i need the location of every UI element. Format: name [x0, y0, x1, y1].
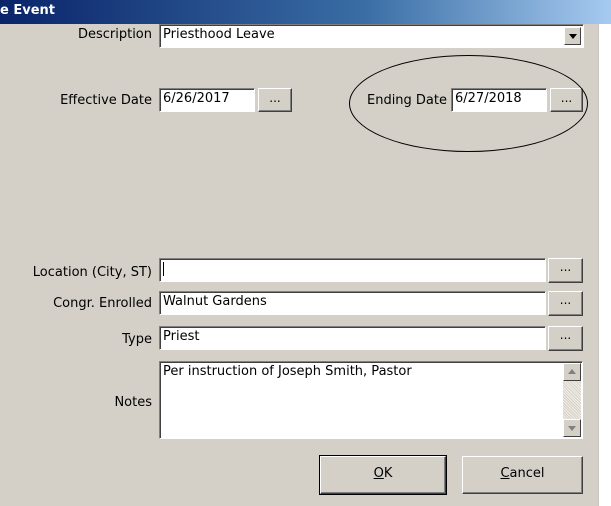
cancel-rest: ancel [509, 466, 545, 481]
description-combo[interactable]: Priesthood Leave [159, 24, 584, 48]
effective-date-label: Effective Date [60, 93, 152, 108]
congregation-input[interactable]: Walnut Gardens [159, 291, 546, 315]
text-cursor [163, 261, 164, 276]
type-label: Type [122, 332, 152, 347]
cancel-accel: C [500, 466, 510, 481]
ok-accel: O [373, 466, 384, 481]
ending-date-value: 6/27/2018 [455, 91, 522, 106]
effective-date-field[interactable]: 6/26/2017 [159, 88, 255, 112]
ending-date-label: Ending Date [366, 93, 447, 108]
ending-date-field[interactable]: 6/27/2018 [451, 88, 547, 112]
effective-date-picker-button[interactable]: ... [258, 88, 292, 112]
cancel-button[interactable]: Cancel [462, 456, 583, 494]
arrow-up-icon[interactable] [563, 363, 581, 381]
type-input[interactable]: Priest [159, 326, 546, 350]
location-input[interactable] [159, 258, 546, 282]
location-label: Location (City, ST) [32, 265, 152, 280]
notes-value: Per instruction of Joseph Smith, Pastor [163, 364, 412, 379]
location-picker-button[interactable]: ... [548, 258, 583, 283]
type-picker-button[interactable]: ... [548, 326, 583, 351]
congregation-label: Congr. Enrolled [53, 296, 152, 311]
notes-scrollbar[interactable] [563, 363, 581, 437]
description-value: Priesthood Leave [163, 27, 275, 42]
chevron-down-icon[interactable] [564, 27, 581, 45]
congregation-picker-button[interactable]: ... [548, 291, 583, 316]
ending-date-picker-button[interactable]: ... [550, 88, 583, 112]
notes-label: Notes [114, 395, 152, 410]
congregation-value: Walnut Gardens [163, 294, 267, 309]
ok-rest: K [383, 466, 393, 481]
notes-textarea[interactable]: Per instruction of Joseph Smith, Pastor [159, 361, 583, 439]
window-title: e Event [0, 3, 55, 18]
dialog-body: Description Priesthood Leave Effective D… [0, 24, 598, 506]
background-strip [598, 24, 611, 506]
type-value: Priest [163, 329, 200, 344]
title-bar: e Event [0, 0, 611, 24]
arrow-down-icon[interactable] [563, 419, 581, 437]
description-label: Description [77, 27, 152, 42]
effective-date-value: 6/26/2017 [163, 91, 230, 106]
ok-button[interactable]: OK [319, 455, 447, 495]
